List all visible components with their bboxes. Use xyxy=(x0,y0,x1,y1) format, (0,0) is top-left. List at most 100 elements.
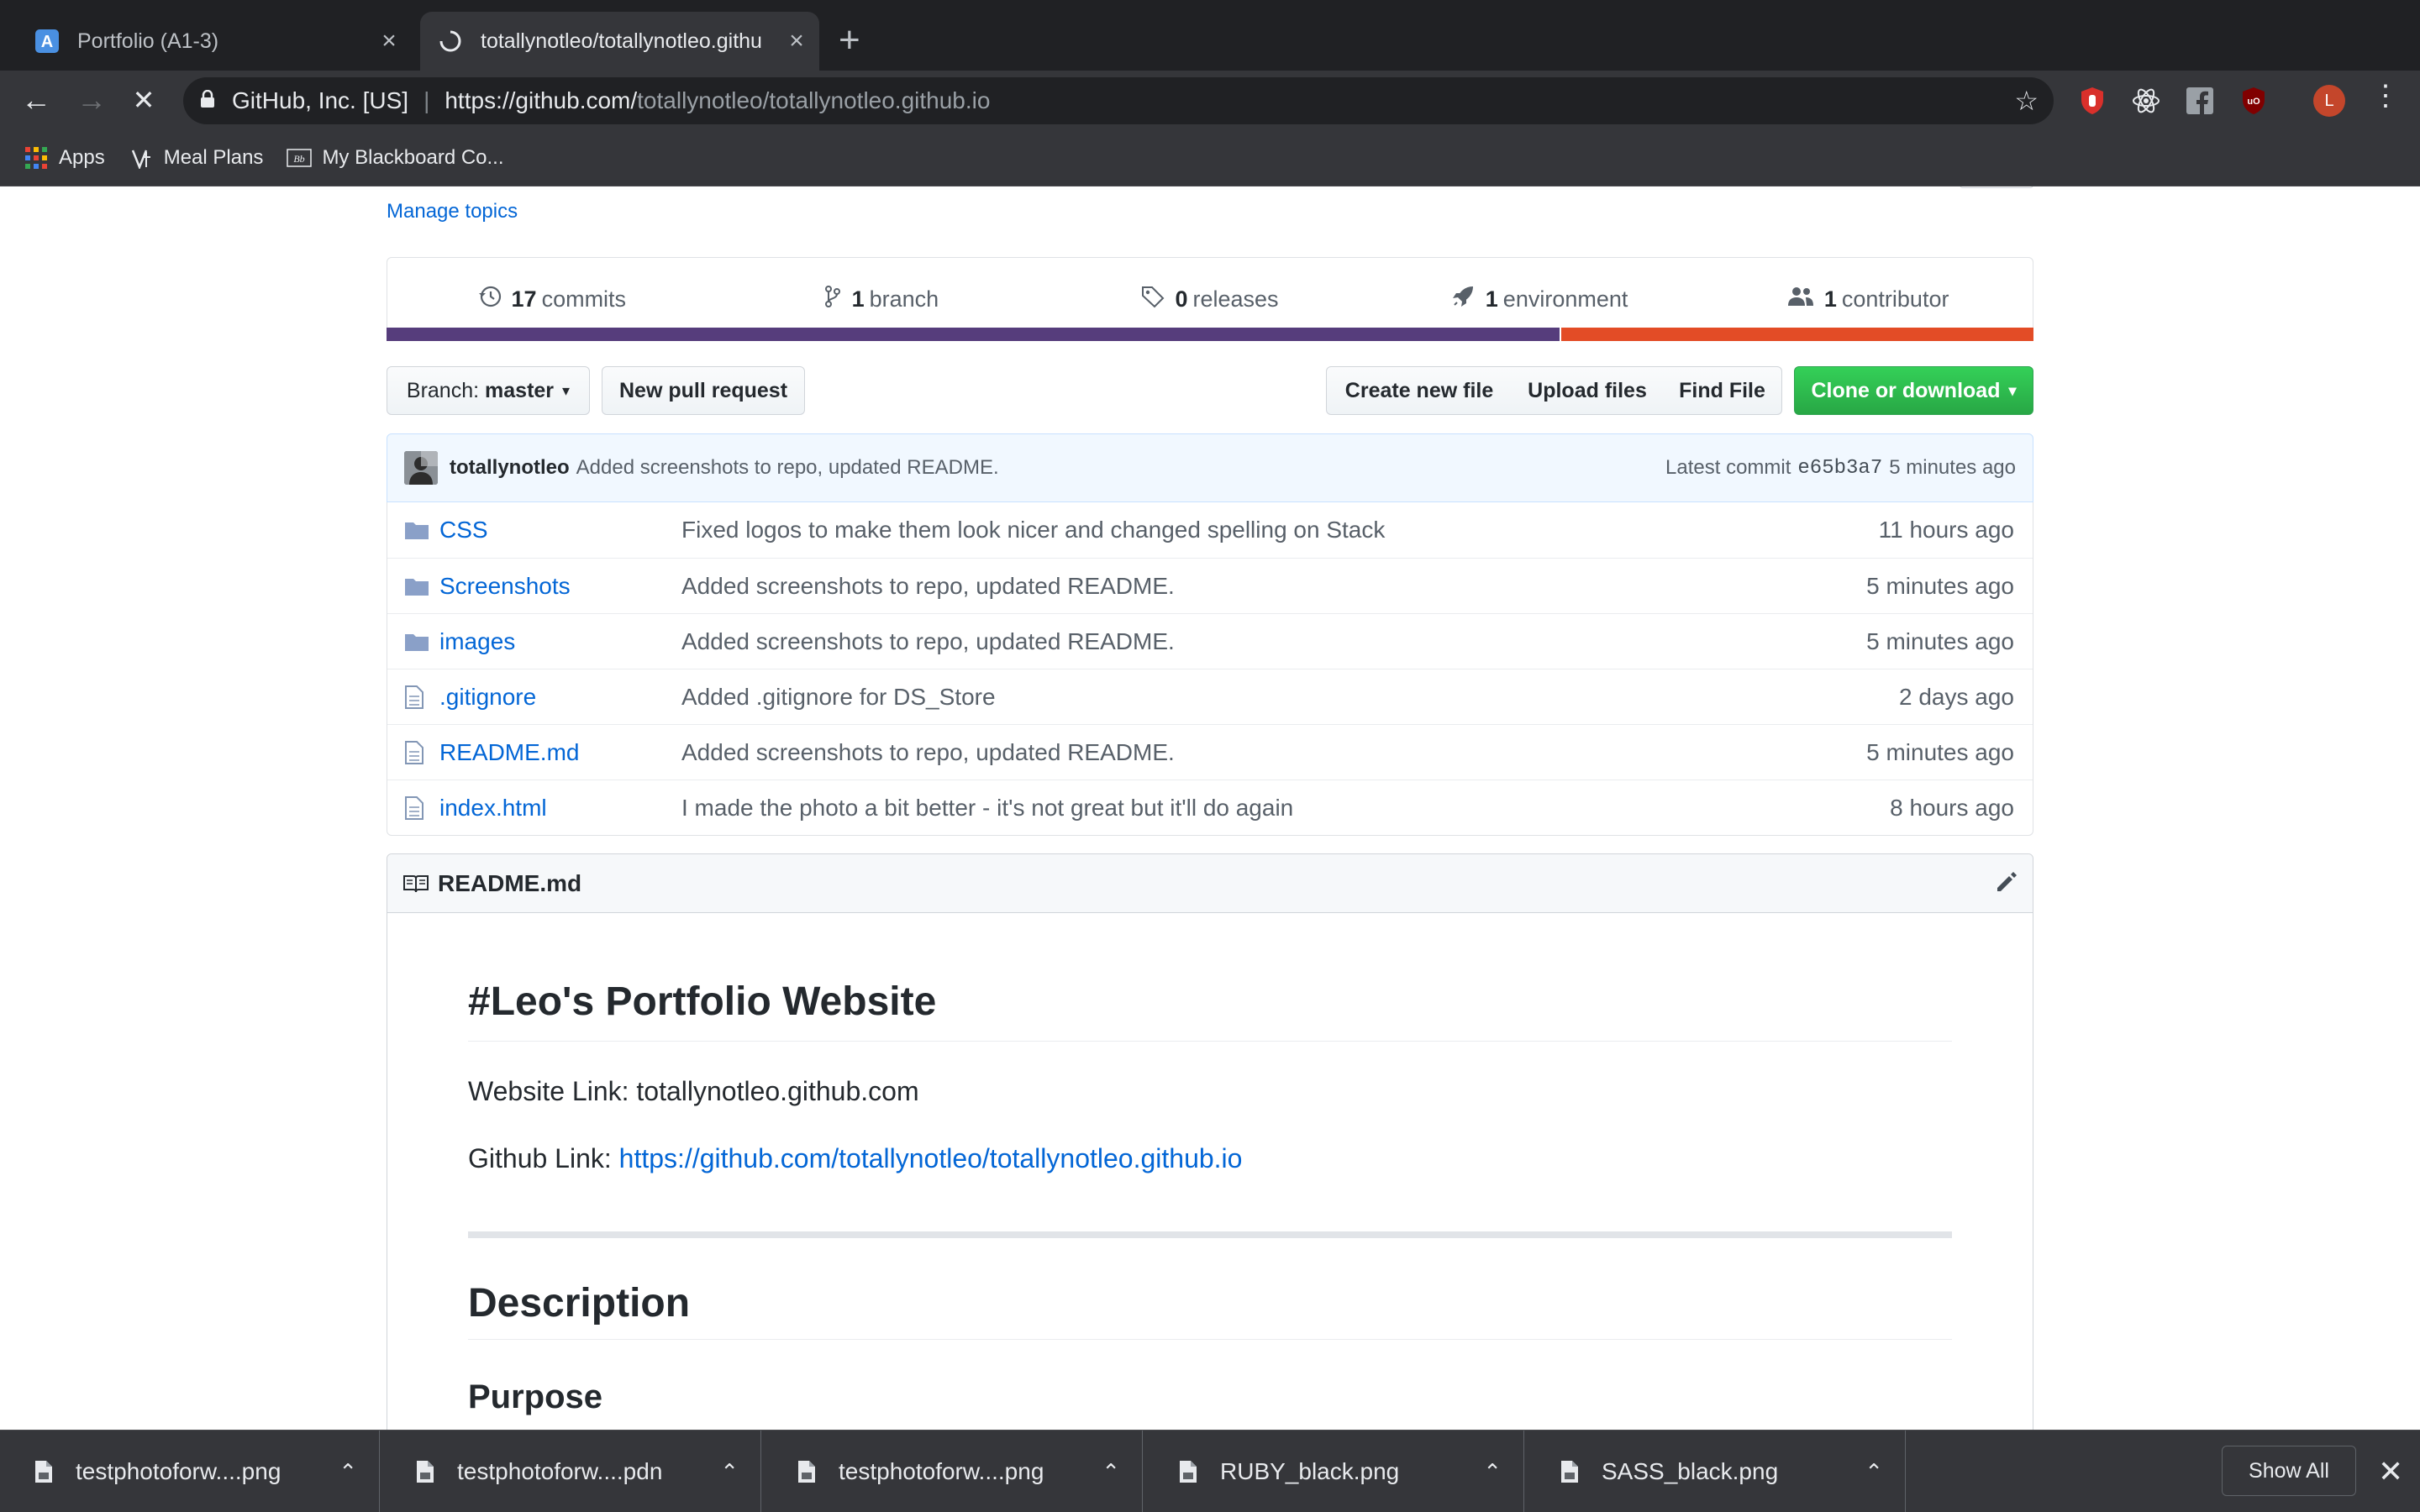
profile-avatar[interactable]: L xyxy=(2313,85,2345,117)
github-repo-link[interactable]: https://github.com/totallynotleo/totally… xyxy=(619,1143,1243,1173)
forward-button[interactable]: → xyxy=(71,71,113,129)
file-name-link[interactable]: CSS xyxy=(439,517,681,543)
new-pull-request-button[interactable]: New pull request xyxy=(602,366,805,415)
back-button[interactable]: ← xyxy=(15,71,57,129)
portfolio-favicon-icon: A xyxy=(34,28,60,55)
download-filename: testphotoforw....pdn xyxy=(457,1458,663,1484)
clone-or-download-button[interactable]: Clone or download ▾ xyxy=(1794,366,2033,415)
tab-close-icon[interactable]: × xyxy=(376,27,402,55)
tab-strip: A Portfolio (A1-3) × totallynotleo/total… xyxy=(0,0,2420,71)
file-commit-message-link[interactable]: Added screenshots to repo, updated READM… xyxy=(681,573,1866,600)
github-link-paragraph: Github Link: https://github.com/totallyn… xyxy=(468,1141,1952,1176)
file-icon xyxy=(404,685,429,710)
language-bar[interactable] xyxy=(387,328,2033,341)
file-name-link[interactable]: README.md xyxy=(439,739,681,766)
download-item[interactable]: testphotoforw....pdn ⌃ xyxy=(381,1431,761,1512)
commit-sha-link[interactable]: e65b3a7 xyxy=(1797,457,1882,480)
site-identity[interactable]: GitHub, Inc. [US] xyxy=(232,87,408,114)
file-icon xyxy=(797,1459,817,1484)
history-icon xyxy=(478,285,502,314)
commits-count: 17 xyxy=(511,286,537,312)
create-new-file-button[interactable]: Create new file xyxy=(1326,366,1512,415)
pencil-icon[interactable] xyxy=(1994,869,2019,900)
file-commit-age: 2 days ago xyxy=(1899,683,2014,710)
adblock-extension-icon[interactable] xyxy=(2075,84,2109,118)
file-commit-message-link[interactable]: Fixed logos to make them look nicer and … xyxy=(681,517,1879,543)
download-filename: testphotoforw....png xyxy=(839,1458,1044,1484)
latest-commit-prefix: Latest commit xyxy=(1665,456,1791,479)
download-item[interactable]: testphotoforw....png ⌃ xyxy=(0,1431,380,1512)
blackboard-favicon-icon: Bb xyxy=(287,145,313,171)
file-commit-age: 8 hours ago xyxy=(1890,794,2014,821)
download-filename: RUBY_black.png xyxy=(1220,1458,1400,1484)
folder-icon xyxy=(404,632,429,652)
close-shelf-icon[interactable]: ✕ xyxy=(2378,1454,2403,1489)
file-row: .gitignore Added .gitignore for DS_Store 2… xyxy=(387,669,2033,724)
file-commit-message-link[interactable]: I made the photo a bit better - it's not… xyxy=(681,795,1890,822)
bookmark-meal-plans[interactable]: Meal Plans xyxy=(129,145,264,171)
chevron-up-icon[interactable]: ⌃ xyxy=(1102,1459,1120,1485)
readme-filename[interactable]: README.md xyxy=(438,870,581,897)
url-path: totallynotleo/totallynotleo.github.io xyxy=(637,87,991,113)
tab-github-repo[interactable]: totallynotleo/totallynotleo.githu × xyxy=(420,12,819,71)
releases-count: 0 xyxy=(1175,286,1188,312)
svg-text:A: A xyxy=(41,33,53,51)
releases-label: releases xyxy=(1192,286,1279,312)
branch-select-button[interactable]: Branch: master ▾ xyxy=(387,366,590,415)
file-row: CSS Fixed logos to make them look nicer a… xyxy=(387,502,2033,558)
omnibox-separator: | xyxy=(424,87,430,113)
download-item[interactable]: testphotoforw....png ⌃ xyxy=(763,1431,1143,1512)
bookmark-blackboard[interactable]: Bb My Blackboard Co... xyxy=(287,145,504,171)
readme-divider xyxy=(468,1231,1952,1238)
chevron-up-icon[interactable]: ⌃ xyxy=(1483,1459,1502,1485)
commit-age: 5 minutes ago xyxy=(1889,456,2016,479)
readme-header: README.md xyxy=(387,854,2033,913)
bookmark-star-icon[interactable]: ☆ xyxy=(2014,85,2039,117)
find-file-button[interactable]: Find File xyxy=(1663,366,1782,415)
commit-message-link[interactable]: Added screenshots to repo, updated READM… xyxy=(576,456,999,480)
new-tab-button[interactable]: + xyxy=(839,22,860,59)
contributors-label: contributor xyxy=(1841,286,1949,312)
chevron-up-icon[interactable]: ⌃ xyxy=(1865,1459,1883,1485)
file-name-link[interactable]: index.html xyxy=(439,795,681,822)
stop-loading-button[interactable]: ✕ xyxy=(123,71,165,129)
show-all-downloads-button[interactable]: Show All xyxy=(2222,1446,2356,1496)
language-segment xyxy=(387,328,1560,341)
file-name-link[interactable]: Screenshots xyxy=(439,573,681,600)
file-commit-message-link[interactable]: Added screenshots to repo, updated READM… xyxy=(681,628,1866,655)
upload-files-button[interactable]: Upload files xyxy=(1512,366,1664,415)
branch-name: master xyxy=(485,378,555,402)
chevron-up-icon[interactable]: ⌃ xyxy=(339,1459,357,1485)
download-item[interactable]: RUBY_black.png ⌃ xyxy=(1144,1431,1524,1512)
file-commit-message-link[interactable]: Added screenshots to repo, updated READM… xyxy=(681,739,1866,766)
downloads-shelf: SASS_black.png ⌃ RUBY_black.png ⌃ testphotof… xyxy=(0,1430,2420,1512)
ublock-extension-icon[interactable]: uO xyxy=(2237,84,2270,118)
manage-topics-link[interactable]: Manage topics xyxy=(387,200,518,223)
download-item[interactable]: SASS_black.png ⌃ xyxy=(1526,1431,1906,1512)
tab-portfolio[interactable]: A Portfolio (A1-3) × xyxy=(17,12,412,71)
environments-count: 1 xyxy=(1485,286,1498,312)
file-row: Screenshots Added screenshots to repo, up… xyxy=(387,558,2033,613)
bookmark-label: Apps xyxy=(59,145,105,169)
bookmark-label: Meal Plans xyxy=(163,145,264,169)
file-name-link[interactable]: images xyxy=(439,628,681,655)
commit-author-link[interactable]: totallynotleo xyxy=(450,456,570,480)
tab-close-icon[interactable]: × xyxy=(784,27,809,55)
chevron-up-icon[interactable]: ⌃ xyxy=(720,1459,739,1485)
caret-down-icon: ▾ xyxy=(562,381,571,399)
latest-commit-bar: totallynotleo Added screenshots to repo,… xyxy=(387,433,2033,502)
tab-title: Portfolio (A1-3) xyxy=(77,29,219,53)
latest-commit-info: Latest commit e65b3a7 5 minutes ago xyxy=(1665,456,2016,480)
file-name-link[interactable]: .gitignore xyxy=(439,684,681,711)
file-icon xyxy=(404,740,429,765)
address-bar[interactable]: GitHub, Inc. [US] | https://github.com/t… xyxy=(183,77,2054,124)
facebook-extension-icon[interactable] xyxy=(2183,84,2217,118)
people-icon xyxy=(1787,286,1814,313)
github-repo-page: Manage topics 17 commits 1 branch 0 rele… xyxy=(0,186,2420,1430)
author-avatar[interactable] xyxy=(404,451,438,485)
file-commit-message-link[interactable]: Added .gitignore for DS_Store xyxy=(681,684,1899,711)
browser-menu-button[interactable]: ⋮ xyxy=(2371,79,2400,113)
bookmark-apps[interactable]: Apps xyxy=(24,145,105,171)
react-devtools-icon[interactable] xyxy=(2129,84,2163,118)
header-edge xyxy=(1960,186,2033,188)
